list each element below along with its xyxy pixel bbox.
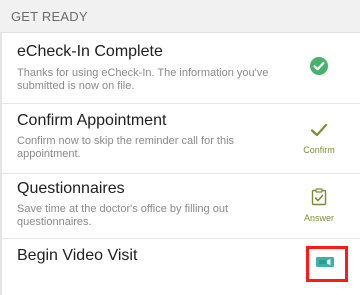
row-title: Questionnaires	[17, 180, 125, 197]
list-item-confirm-appointment[interactable]: Confirm Appointment Confirm now to skip …	[2, 104, 360, 174]
clipboard-check-icon	[311, 188, 327, 206]
list-item-echeck-in[interactable]: eCheck-In Complete Thanks for using eChe…	[2, 33, 360, 104]
checkmark-icon	[310, 123, 328, 137]
check-circle-icon	[310, 57, 328, 75]
highlight-box	[306, 246, 348, 282]
row-title: Begin Video Visit	[17, 247, 138, 264]
row-title: Confirm Appointment	[17, 112, 167, 129]
echeck-in-status	[295, 55, 343, 79]
row-subtitle: Confirm now to skip the reminder call fo…	[17, 135, 235, 160]
row-title: eCheck-In Complete	[17, 43, 163, 60]
answer-button[interactable]: Answer	[295, 188, 343, 223]
row-subtitle: Save time at the doctor's office by fill…	[17, 203, 229, 228]
confirm-label: Confirm	[303, 145, 335, 155]
list-item-questionnaires[interactable]: Questionnaires Save time at the doctor's…	[2, 174, 360, 239]
section-header-label: GET READY	[11, 9, 88, 24]
get-ready-panel: GET READY eCheck-In Complete Thanks for …	[0, 0, 360, 295]
confirm-button[interactable]: Confirm	[295, 122, 343, 155]
section-header: GET READY	[0, 0, 360, 33]
answer-label: Answer	[303, 213, 334, 223]
row-subtitle: Thanks for using eCheck-In. The informat…	[17, 67, 269, 92]
